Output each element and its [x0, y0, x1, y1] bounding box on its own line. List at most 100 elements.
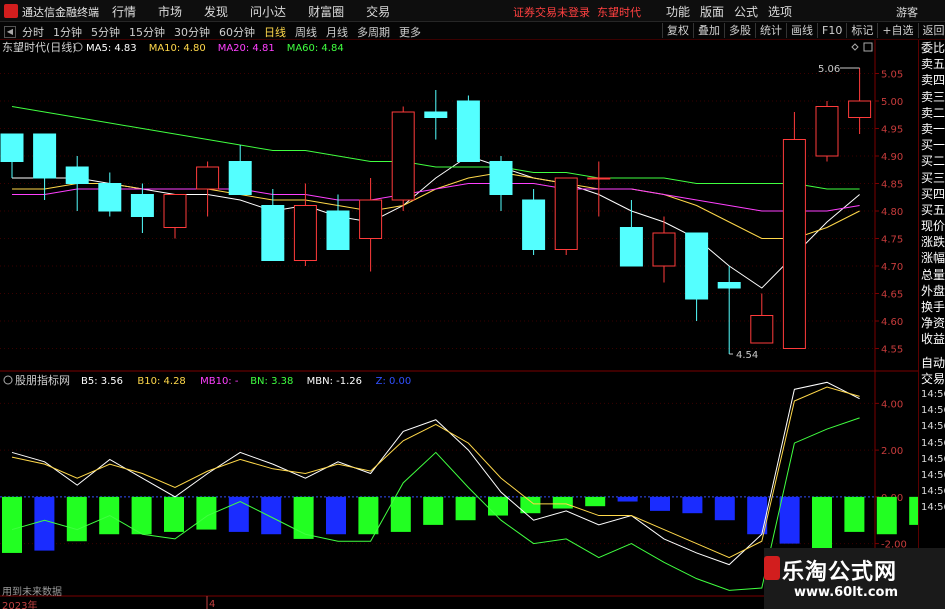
login-status[interactable]: 证券交易未登录 东望时代 [513, 4, 641, 20]
candle-body-12 [391, 111, 415, 201]
tool-button-4[interactable]: 画线 [786, 23, 817, 38]
stock-tag: 东望时代 [597, 6, 641, 19]
side-label-4[interactable]: 卖二 [919, 105, 945, 121]
side-label-13[interactable]: 涨幅 [919, 250, 945, 266]
menu-quotes[interactable]: 行情 [112, 3, 136, 20]
ma-legend-MA5: MA5: 4.83 [86, 43, 137, 54]
side-label-15[interactable]: 外盘 [919, 283, 945, 299]
high-price-label: 5.06 [818, 64, 840, 75]
candle-body-25 [815, 106, 839, 157]
menu-trade[interactable]: 交易 [366, 3, 390, 20]
indicator-bar-9 [293, 496, 314, 539]
side-label-2[interactable]: 卖四 [919, 72, 945, 88]
candle-body-10 [326, 210, 350, 250]
candle-body-20 [652, 232, 676, 267]
right-menu: 功能 版面 公式 选项 [666, 3, 802, 20]
indicator-bar-20 [650, 496, 670, 511]
side-label-11[interactable]: 现价 [919, 218, 945, 234]
side-label-19[interactable]: 自动 [919, 355, 945, 371]
menu-formula[interactable]: 公式 [734, 3, 758, 20]
period-tab-0[interactable]: 分时 [22, 24, 44, 40]
ma-legend-MA20: MA20: 4.81 [218, 43, 275, 54]
candle-body-9 [293, 205, 317, 261]
tool-button-7[interactable]: +自选 [877, 23, 917, 38]
period-tab-2[interactable]: 5分钟 [91, 24, 120, 40]
ma-legend-MA10: MA10: 4.80 [149, 43, 206, 54]
tool-button-5[interactable]: F10 [817, 23, 846, 38]
side-label-3[interactable]: 卖三 [919, 89, 945, 105]
period-tab-10[interactable]: 更多 [399, 24, 421, 40]
period-tab-7[interactable]: 周线 [295, 24, 317, 40]
candle-body-3 [98, 183, 122, 212]
side-label-16[interactable]: 换手 [919, 299, 945, 315]
main-y-tick-label-4: 4.85 [881, 180, 903, 191]
chart-canvas[interactable]: 5.05 5.00 4.95 4.90 4.85 4.80 4.75 4.70 4.65 4.60… [0, 40, 945, 609]
indicator-bar-0 [2, 496, 22, 553]
side-label-5[interactable]: 卖一 [919, 121, 945, 137]
chart-area[interactable]: 5.05 5.00 4.95 4.90 4.85 4.80 4.75 4.70 4.65 4.60… [0, 40, 945, 609]
collapse-arrow-icon[interactable]: ◀ [4, 26, 16, 38]
quote-side-panel[interactable]: 委比 卖五 卖四 卖三 卖二 卖一 买一 买二 买三 买四 买五 现价 涨跌 涨幅 总量 外盘 换手 净资 收益自动… [918, 40, 945, 600]
ma-legend-MA60: MA60: 4.84 [287, 43, 344, 54]
candle-body-21 [685, 232, 709, 300]
period-tab-9[interactable]: 多周期 [357, 24, 390, 40]
candle-body-14 [456, 100, 480, 162]
tool-button-3[interactable]: 统计 [755, 23, 786, 38]
indicator-bar-19 [617, 496, 638, 502]
tool-button-2[interactable]: 多股 [724, 23, 755, 38]
chart-tools: 复权 叠加 多股 统计 画线 F10 标记 +自选 返回 [662, 23, 945, 38]
period-tab-8[interactable]: 月线 [326, 24, 348, 40]
main-y-tick-label-3: 4.90 [881, 152, 903, 163]
side-label-20[interactable]: 交易 [919, 371, 945, 387]
period-tab-6[interactable]: 日线 [264, 24, 286, 40]
indicator-bar-15 [488, 496, 508, 516]
candle-body-24 [782, 139, 806, 349]
side-label-0[interactable]: 委比 [919, 40, 945, 56]
indicator-bar-26 [844, 496, 865, 532]
watermark-url: www.60lt.com [794, 585, 899, 600]
candle-body-22 [717, 282, 741, 289]
indicator-bar-14 [455, 496, 476, 521]
side-label-9[interactable]: 买四 [919, 186, 945, 202]
side-label-18[interactable]: 收益 [919, 331, 945, 347]
indicator-line-B5 [11, 381, 860, 566]
indicator-bar-4 [131, 496, 152, 535]
menu-discover[interactable]: 发现 [204, 3, 228, 20]
candle-body-13 [424, 111, 448, 118]
indicator-bar-12 [390, 496, 411, 532]
tool-button-0[interactable]: 复权 [662, 23, 693, 38]
indicator-bar-18 [585, 496, 606, 507]
tool-button-6[interactable]: 标记 [846, 23, 877, 38]
indicator-legend-Z: Z: 0.00 [376, 376, 412, 387]
period-tab-4[interactable]: 30分钟 [174, 24, 210, 40]
indicator-bar-16 [520, 496, 541, 514]
tool-button-8[interactable]: 返回 [917, 23, 945, 38]
side-label-10[interactable]: 买五 [919, 202, 945, 218]
indicator-legend-B5: B5: 3.56 [81, 376, 123, 387]
indicator-bar-1 [34, 496, 55, 551]
side-label-8[interactable]: 买三 [919, 170, 945, 186]
menu-wealth[interactable]: 财富圈 [308, 3, 344, 20]
indicator-bar-5 [164, 496, 184, 532]
indicator-legend-MBN: MBN: -1.26 [307, 376, 362, 387]
tool-button-1[interactable]: 叠加 [693, 23, 724, 38]
side-label-6[interactable]: 买一 [919, 137, 945, 153]
side-label-17[interactable]: 净资 [919, 315, 945, 331]
menu-options[interactable]: 选项 [768, 3, 792, 20]
period-tab-3[interactable]: 15分钟 [129, 24, 165, 40]
side-label-1[interactable]: 卖五 [919, 56, 945, 72]
menu-market[interactable]: 市场 [158, 3, 182, 20]
menu-layout[interactable]: 版面 [700, 3, 724, 20]
side-label-12[interactable]: 涨跌 [919, 234, 945, 250]
guest-user[interactable]: 游客 [896, 4, 918, 20]
period-tab-1[interactable]: 1分钟 [53, 24, 82, 40]
menu-ask[interactable]: 问小达 [250, 3, 286, 20]
indicator-bar-27 [876, 496, 897, 535]
menu-function[interactable]: 功能 [666, 3, 690, 20]
side-label-7[interactable]: 买二 [919, 153, 945, 169]
candle-body-23 [750, 315, 774, 344]
side-label-14[interactable]: 总量 [919, 267, 945, 283]
period-tab-5[interactable]: 60分钟 [219, 24, 255, 40]
year-label: 2023年 [0, 597, 40, 609]
candle-body-5 [163, 194, 187, 228]
